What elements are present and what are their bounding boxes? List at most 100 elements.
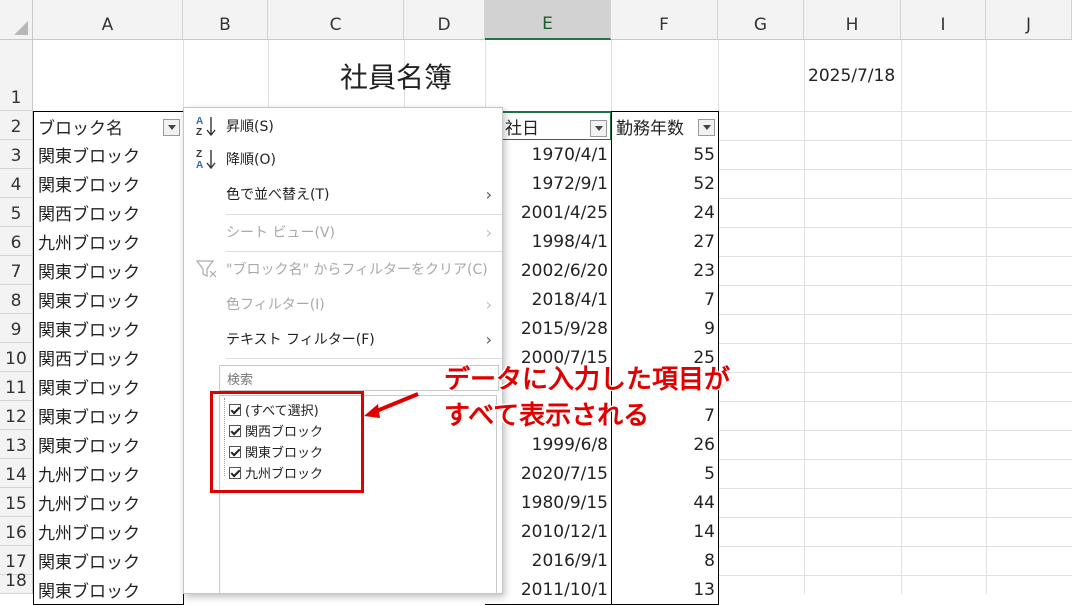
svg-text:Z: Z [196, 127, 202, 138]
years-cell[interactable]: 8 [611, 546, 719, 576]
years-cell[interactable]: 14 [611, 517, 719, 547]
sort-ascending-item[interactable]: A Z 昇順(S) [184, 110, 502, 142]
spreadsheet: A B C D E F G H I J 1 2 3 4 5 6 7 8 9 10… [0, 0, 1072, 605]
sort-descending-icon: Z A [196, 149, 216, 171]
block-name-cell[interactable]: 関東ブロック [33, 575, 184, 605]
date-cell[interactable]: 2025/7/18 [808, 66, 895, 86]
filter-dropdown-button[interactable] [163, 119, 180, 136]
years-cell[interactable]: 26 [611, 430, 719, 460]
join-date-cell[interactable]: 1999/6/8 [485, 430, 612, 460]
years-cell[interactable]: 7 [611, 285, 719, 315]
menu-separator [226, 358, 502, 359]
column-header-f[interactable]: F [611, 0, 718, 40]
join-date-cell[interactable]: 1972/9/1 [485, 169, 612, 199]
block-name-cell[interactable]: 関東ブロック [33, 256, 184, 286]
years-cell[interactable]: 52 [611, 169, 719, 199]
join-date-cell[interactable]: 2020/7/15 [485, 459, 612, 489]
header-block-label: ブロック名 [38, 118, 123, 139]
join-date-cell[interactable]: 1998/4/1 [485, 227, 612, 257]
column-header-a[interactable]: A [33, 0, 183, 40]
join-date-cell[interactable]: 1970/4/1 [485, 140, 612, 170]
block-name-cell[interactable]: 関西ブロック [33, 198, 184, 228]
filter-dropdown-button[interactable] [698, 119, 715, 136]
row-header[interactable]: 2 [0, 111, 33, 140]
join-date-cell[interactable]: 1980/9/15 [485, 488, 612, 518]
submenu-arrow-icon: › [485, 222, 492, 242]
filter-dropdown-button[interactable] [590, 120, 607, 137]
years-cell[interactable]: 24 [611, 198, 719, 228]
row-header[interactable]: 18 [0, 571, 33, 594]
block-name-cell[interactable]: 九州ブロック [33, 517, 184, 547]
row-header[interactable]: 1 [0, 40, 33, 111]
svg-text:A: A [196, 160, 203, 171]
join-date-cell[interactable]: 2011/10/1 [485, 575, 612, 605]
red-arrow-icon [364, 392, 419, 418]
years-cell[interactable]: 13 [611, 575, 719, 605]
years-cell[interactable]: 55 [611, 140, 719, 170]
block-name-cell[interactable]: 関東ブロック [33, 546, 184, 576]
row-header[interactable]: 13 [0, 430, 33, 459]
row-header[interactable]: 5 [0, 198, 33, 227]
gridline [804, 40, 805, 594]
column-header-g[interactable]: G [718, 0, 804, 40]
column-header-e[interactable]: E [485, 0, 611, 40]
row-header[interactable]: 14 [0, 459, 33, 488]
column-header-b[interactable]: B [183, 0, 268, 40]
years-cell[interactable]: 44 [611, 488, 719, 518]
block-name-cell[interactable]: 九州ブロック [33, 227, 184, 257]
row-header[interactable]: 15 [0, 488, 33, 517]
select-all-corner[interactable] [0, 0, 33, 40]
text-filter-item[interactable]: テキスト フィルター(F) › [184, 323, 502, 355]
column-header-h[interactable]: H [804, 0, 901, 40]
gridline [986, 40, 987, 594]
column-header-d[interactable]: D [404, 0, 485, 40]
annotation-highlight-box [210, 391, 364, 493]
row-header[interactable]: 7 [0, 256, 33, 285]
join-date-cell[interactable]: 2015/9/28 [485, 314, 612, 344]
block-name-cell[interactable]: 関東ブロック [33, 372, 184, 402]
years-cell[interactable]: 5 [611, 459, 719, 489]
filter-search-placeholder: 検索 [227, 372, 254, 388]
row-header[interactable]: 9 [0, 314, 33, 343]
block-name-cell[interactable]: 九州ブロック [33, 488, 184, 518]
block-name-cell[interactable]: 関西ブロック [33, 343, 184, 373]
header-cell-block-name[interactable]: ブロック名 [33, 111, 184, 141]
block-name-cell[interactable]: 関東ブロック [33, 140, 184, 170]
block-name-cell[interactable]: 関東ブロック [33, 430, 184, 460]
block-name-cell[interactable]: 関東ブロック [33, 169, 184, 199]
column-header-i[interactable]: I [901, 0, 986, 40]
clear-filter-label: "ブロック名" からフィルターをクリア(C) [226, 262, 488, 278]
block-name-cell[interactable]: 関東ブロック [33, 285, 184, 315]
join-date-cell[interactable]: 2001/4/25 [485, 198, 612, 228]
submenu-arrow-icon: › [485, 294, 492, 314]
column-header-j[interactable]: J [986, 0, 1072, 40]
block-name-cell[interactable]: 関東ブロック [33, 401, 184, 431]
join-date-cell[interactable]: 2002/6/20 [485, 256, 612, 286]
column-header-c[interactable]: C [268, 0, 404, 40]
header-cell-join-date[interactable]: 社日 [485, 111, 612, 141]
join-date-cell[interactable]: 2010/12/1 [485, 517, 612, 547]
block-name-cell[interactable]: 関東ブロック [33, 314, 184, 344]
row-header[interactable]: 8 [0, 285, 33, 314]
svg-text:A: A [196, 116, 203, 127]
sort-descending-item[interactable]: Z A 降順(O) [184, 143, 502, 175]
menu-separator [226, 214, 502, 215]
row-header[interactable]: 10 [0, 343, 33, 372]
row-header[interactable]: 3 [0, 140, 33, 169]
row-header[interactable]: 16 [0, 517, 33, 546]
join-date-cell[interactable]: 2016/9/1 [485, 546, 612, 576]
autofilter-menu: A Z 昇順(S) Z A 降順(O) 色で並べ替え(T) › シート ビュー(… [183, 107, 503, 595]
years-cell[interactable]: 9 [611, 314, 719, 344]
years-cell[interactable]: 27 [611, 227, 719, 257]
row-header[interactable]: 11 [0, 372, 33, 401]
header-cell-years[interactable]: 勤務年数 [611, 111, 719, 141]
join-date-cell[interactable]: 2018/4/1 [485, 285, 612, 315]
submenu-arrow-icon: › [485, 184, 492, 204]
row-header[interactable]: 6 [0, 227, 33, 256]
row-header[interactable]: 4 [0, 169, 33, 198]
submenu-arrow-icon: › [485, 329, 492, 349]
block-name-cell[interactable]: 九州ブロック [33, 459, 184, 489]
sort-by-color-item[interactable]: 色で並べ替え(T) › [184, 178, 502, 210]
years-cell[interactable]: 23 [611, 256, 719, 286]
row-header[interactable]: 12 [0, 401, 33, 430]
